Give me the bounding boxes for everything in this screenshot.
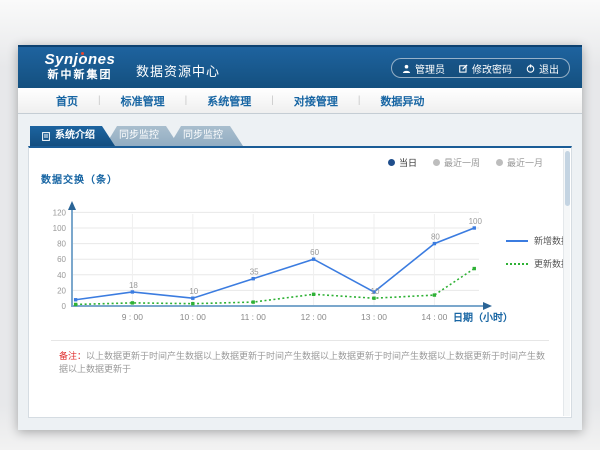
svg-text:13 : 00: 13 : 00 <box>361 312 387 322</box>
change-password-button[interactable]: 修改密码 <box>459 61 512 76</box>
user-menu[interactable]: 管理员 <box>402 61 445 76</box>
power-icon <box>526 64 535 73</box>
svg-text:11 : 00: 11 : 00 <box>241 312 267 322</box>
svg-text:80: 80 <box>431 233 440 242</box>
legend-item-new-data: 新增数据 <box>506 234 570 247</box>
svg-text:120: 120 <box>53 208 67 217</box>
svg-text:40: 40 <box>57 271 66 280</box>
legend-line-dotted <box>506 263 528 265</box>
nav-item-data-change[interactable]: 数据异动 <box>360 93 444 109</box>
nav-item-home[interactable]: 首页 <box>36 93 98 109</box>
tab-sync-monitor-1[interactable]: 同步监控 <box>105 126 179 146</box>
user-label: 管理员 <box>415 61 445 76</box>
svg-text:100: 100 <box>53 224 67 233</box>
footnote-prefix: 备注： <box>59 351 86 361</box>
logout-label: 退出 <box>539 61 559 76</box>
svg-text:10: 10 <box>371 287 380 296</box>
logo-accent-dot <box>81 52 84 55</box>
edit-icon <box>459 64 468 73</box>
tab-label: 系统介绍 <box>55 126 95 146</box>
footnote: 备注：以上数据更新于时间产生数据以上数据更新于时间产生数据以上数据更新于时间产生… <box>59 350 547 376</box>
tab-label: 同步监控 <box>119 126 159 146</box>
svg-text:60: 60 <box>310 248 319 257</box>
svg-text:10: 10 <box>189 287 198 296</box>
svg-text:10 : 00: 10 : 00 <box>180 312 206 322</box>
document-icon <box>42 132 50 141</box>
svg-text:80: 80 <box>57 240 66 249</box>
tab-system-intro[interactable]: 系统介绍 <box>30 126 115 146</box>
radio-dot-icon <box>388 159 395 166</box>
chart-panel: 当日 最近一周 最近一月 数据交换（条） 0 20 40 60 80 100 120 9 : … <box>28 146 572 418</box>
x-axis-title: 日期（小时） <box>453 309 513 324</box>
content-area: 系统介绍 同步监控 同步监控 当日 最近一周 最近一月 数据交换（条） 0 20 4… <box>18 114 582 429</box>
radio-last-month[interactable]: 最近一月 <box>496 156 543 169</box>
panel-scrollbar[interactable] <box>563 149 570 416</box>
svg-text:18: 18 <box>129 281 138 290</box>
radio-last-week[interactable]: 最近一周 <box>433 156 480 169</box>
radio-label: 当日 <box>399 156 417 169</box>
panel-divider <box>51 340 549 341</box>
svg-text:0: 0 <box>62 302 67 311</box>
svg-text:12 : 00: 12 : 00 <box>301 312 327 322</box>
nav-item-system-mgmt[interactable]: 系统管理 <box>187 93 271 109</box>
main-nav: 首页| 标准管理| 系统管理| 对接管理| 数据异动 <box>18 88 582 114</box>
user-icon <box>402 64 411 73</box>
app-window: Synjones 新中新集团 数据资源中心 管理员 修改密码 退出 首页| 标准… <box>18 45 582 430</box>
legend-item-updated-data: 更新数据 <box>506 257 570 270</box>
svg-text:100: 100 <box>469 217 483 226</box>
radio-dot-icon <box>496 159 503 166</box>
tab-bar: 系统介绍 同步监控 同步监控 <box>30 126 572 146</box>
footnote-text: 以上数据更新于时间产生数据以上数据更新于时间产生数据以上数据更新于时间产生数据以… <box>59 351 545 374</box>
logo-text-cn: 新中新集团 <box>34 69 126 82</box>
svg-text:9 : 00: 9 : 00 <box>122 312 144 322</box>
chart-legend: 新增数据 更新数据 <box>506 234 570 270</box>
logo-text-en: Synjones <box>45 52 116 68</box>
change-password-label: 修改密码 <box>472 61 512 76</box>
nav-item-standard-mgmt[interactable]: 标准管理 <box>101 93 185 109</box>
user-toolbar: 管理员 修改密码 退出 <box>391 58 570 78</box>
svg-text:60: 60 <box>57 255 66 264</box>
nav-item-interface-mgmt[interactable]: 对接管理 <box>274 93 358 109</box>
radio-dot-icon <box>433 159 440 166</box>
tab-label: 同步监控 <box>183 126 223 146</box>
svg-text:14 : 00: 14 : 00 <box>421 312 447 322</box>
radio-label: 最近一周 <box>444 156 480 169</box>
logout-button[interactable]: 退出 <box>526 61 559 76</box>
y-axis-title: 数据交换（条） <box>41 171 118 186</box>
radio-today[interactable]: 当日 <box>388 156 417 169</box>
legend-line-solid <box>506 240 528 242</box>
app-header: Synjones 新中新集团 数据资源中心 管理员 修改密码 退出 <box>18 45 582 88</box>
radio-label: 最近一月 <box>507 156 543 169</box>
company-logo: Synjones 新中新集团 <box>34 51 126 82</box>
time-range-filters: 当日 最近一周 最近一月 <box>388 156 543 169</box>
svg-text:20: 20 <box>57 286 66 295</box>
svg-text:35: 35 <box>250 268 259 277</box>
page-title: 数据资源中心 <box>136 61 220 80</box>
scrollbar-thumb[interactable] <box>565 151 570 206</box>
tab-sync-monitor-2[interactable]: 同步监控 <box>169 126 243 146</box>
